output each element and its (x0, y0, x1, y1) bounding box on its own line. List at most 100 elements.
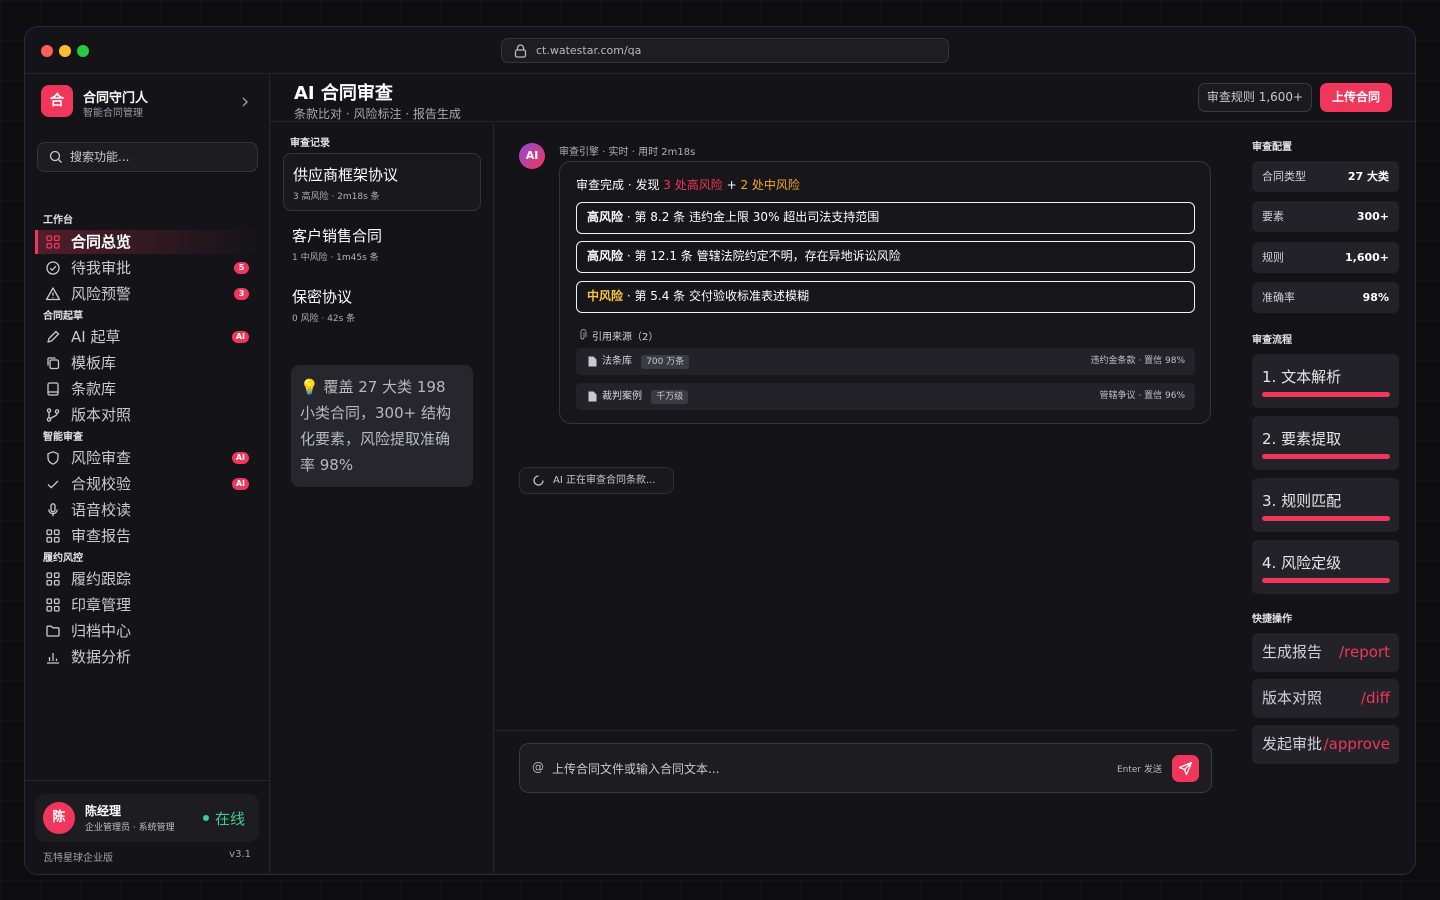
nav-item-template-library[interactable]: 模板库 (35, 351, 259, 375)
review-rules-button[interactable]: 审查规则 1,600+ (1198, 83, 1312, 112)
nav-section-label: 履约风控 (43, 553, 83, 564)
nav-item-compliance-check[interactable]: 合规校验 AI (35, 472, 259, 496)
risk-item[interactable]: 中风险 · 第 5.4 条 交付验收标准表述模糊 (576, 281, 1195, 313)
history-item[interactable]: 保密协议 0 风险 · 42s 条 (283, 276, 481, 334)
message-composer[interactable]: @ 上传合同文件或输入合同文本... Enter 发送 (519, 743, 1212, 793)
quick-action-label: 版本对照 (1262, 689, 1323, 707)
quick-actions-label: 快捷操作 (1252, 614, 1292, 625)
warning-icon (45, 287, 61, 301)
sidebar: 合 合同守门人 智能合同管理 搜索功能... 工作台 合同总览 待我审批 5 风… (25, 74, 270, 874)
risk-text: · 第 8.2 条 违约金上限 30% 超出司法支持范围 (623, 210, 880, 224)
risk-item[interactable]: 高风险 · 第 8.2 条 违约金上限 30% 超出司法支持范围 (576, 202, 1195, 234)
review-summary: 审查完成 · 发现 3 处高风险 + 2 处中风险 (576, 176, 800, 193)
nav-item-label: 审查报告 (71, 527, 132, 545)
brand-logo: 合 (41, 85, 73, 117)
quick-action-label: 生成报告 (1262, 643, 1323, 661)
nav-section-label: 工作台 (43, 215, 73, 226)
nav-item-label: 条款库 (71, 380, 117, 398)
progress-bar (1262, 516, 1390, 521)
generate-report-button[interactable]: 生成报告 /report (1252, 633, 1399, 672)
process-step: 1. 文本解析 (1252, 354, 1399, 408)
nav-item-seal-management[interactable]: 印章管理 (35, 593, 259, 617)
nav-item-performance-tracking[interactable]: 履约跟踪 (35, 567, 259, 591)
nav-item-label: 数据分析 (71, 648, 132, 666)
config-label: 审查配置 (1252, 142, 1292, 153)
process-label: 审查流程 (1252, 335, 1292, 346)
send-button[interactable] (1172, 755, 1199, 782)
nav-item-ai-draft[interactable]: AI 起草 AI (35, 325, 259, 349)
nav-item-version-compare[interactable]: 版本对照 (35, 403, 259, 427)
history-item[interactable]: 供应商框架协议 3 高风险 · 2m18s 条 (283, 153, 481, 211)
nav-item-risk-alerts[interactable]: 风险预警 3 (35, 282, 259, 306)
nav-item-risk-review[interactable]: 风险审查 AI (35, 446, 259, 470)
config-value: 300+ (1356, 210, 1389, 223)
user-card[interactable]: 陈 陈经理 企业管理员 · 系统管理 在线 (35, 794, 259, 842)
url-bar[interactable]: ct.watestar.com/qa (501, 38, 949, 63)
risk-level: 中风险 (587, 289, 624, 303)
process-step: 4. 风险定级 (1252, 540, 1399, 594)
summary-prefix: 审查完成 · 发现 (576, 178, 660, 192)
paperclip-icon (580, 329, 587, 340)
user-name: 陈经理 (85, 804, 122, 818)
close-window-button[interactable] (41, 45, 53, 57)
nav-item-voice-proofread[interactable]: 语音校读 (35, 498, 259, 522)
message-meta: 审查引擎 · 实时 · 用时 2m18s (559, 147, 696, 158)
upload-contract-button[interactable]: 上传合同 (1320, 83, 1392, 112)
nav-item-review-report[interactable]: 审查报告 (35, 524, 259, 548)
nav-item-label: 履约跟踪 (71, 570, 132, 588)
grid-icon (46, 598, 60, 612)
search-placeholder: 搜索功能... (70, 150, 130, 164)
nav-item-clause-library[interactable]: 条款库 (35, 377, 259, 401)
summary-plus: + (726, 178, 737, 192)
risk-item[interactable]: 高风险 · 第 12.1 条 管辖法院约定不明，存在异地诉讼风险 (576, 241, 1195, 273)
mention-icon[interactable]: @ (532, 760, 544, 774)
bar-chart-icon (47, 653, 59, 664)
shield-icon (47, 451, 59, 465)
config-key: 准确率 (1262, 291, 1295, 304)
history-item-title: 客户销售合同 (292, 227, 383, 245)
nav-item-contract-overview[interactable]: 合同总览 (35, 230, 259, 254)
nav-item-label: 版本对照 (71, 406, 132, 424)
check-icon (47, 480, 59, 489)
ai-badge: AI (231, 452, 249, 464)
ai-badge: AI (231, 478, 249, 490)
avatar: 陈 (43, 802, 75, 834)
edition-label: 瓦特星球企业版 (43, 853, 113, 864)
nav-item-label: 待我审批 (71, 259, 132, 277)
send-icon (1178, 761, 1193, 776)
maximize-window-button[interactable] (77, 45, 89, 57)
history-label: 审查记录 (290, 138, 330, 149)
config-value: 27 大类 (1347, 170, 1389, 183)
nav-item-label: 风险预警 (71, 285, 132, 303)
search-icon (49, 150, 62, 163)
risk-text: · 第 12.1 条 管辖法院约定不明，存在异地诉讼风险 (623, 249, 901, 263)
minimize-window-button[interactable] (59, 45, 71, 57)
brand-switcher[interactable]: 合 合同守门人 智能合同管理 (41, 85, 256, 119)
risk-level: 高风险 (587, 249, 624, 263)
search-input[interactable]: 搜索功能... (37, 142, 258, 172)
brand-subtitle: 智能合同管理 (83, 108, 143, 119)
config-key: 规则 (1262, 251, 1284, 264)
start-approval-button[interactable]: 发起审批 /approve (1252, 725, 1399, 764)
source-item[interactable]: 法条库 700 万条 违约金条款 · 置信 98% (576, 348, 1195, 375)
nav-item-label: 语音校读 (71, 501, 132, 519)
page-title: AI 合同审查 (294, 83, 393, 104)
source-item[interactable]: 裁判案例 千万级 管辖争议 · 置信 96% (576, 383, 1195, 410)
document-icon (588, 356, 597, 367)
quick-action-command: /diff (1360, 689, 1390, 707)
count-badge: 5 (234, 262, 249, 274)
sources-label-text: 引用来源（2） (592, 332, 659, 343)
version-diff-button[interactable]: 版本对照 /diff (1252, 679, 1399, 718)
nav-item-label: 合同总览 (71, 233, 132, 251)
config-row: 合同类型 27 大类 (1252, 161, 1399, 192)
copy-icon (47, 357, 60, 370)
quick-action-label: 发起审批 (1262, 735, 1323, 753)
history-item[interactable]: 客户销售合同 1 中风险 · 1m45s 条 (283, 215, 481, 273)
nav-item-pending-approval[interactable]: 待我审批 5 (35, 256, 259, 280)
process-step: 2. 要素提取 (1252, 416, 1399, 470)
nav-item-archive-center[interactable]: 归档中心 (35, 619, 259, 643)
source-tag: 千万级 (651, 390, 689, 404)
risk-level: 高风险 (587, 210, 624, 224)
nav-item-data-analysis[interactable]: 数据分析 (35, 645, 259, 669)
grid-icon (46, 235, 60, 249)
